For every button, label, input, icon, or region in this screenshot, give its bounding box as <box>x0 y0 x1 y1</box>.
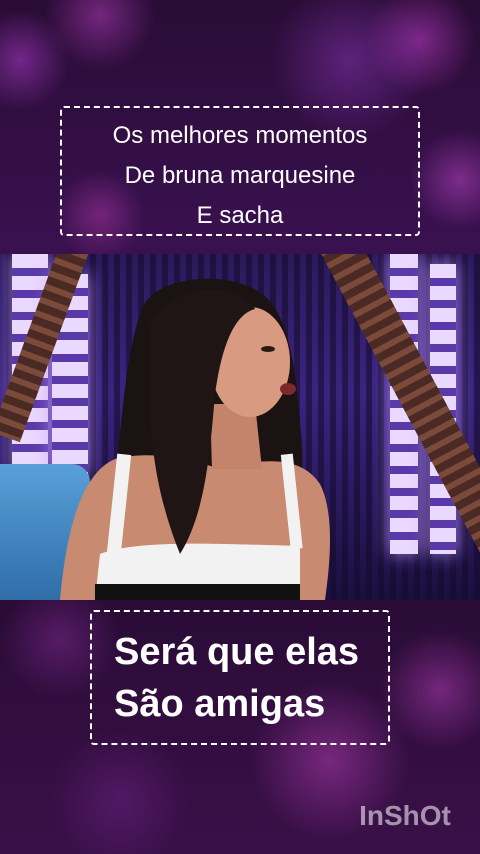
top-caption-box: Os melhores momentos De bruna marquesine… <box>60 106 420 236</box>
top-caption-line-3: E sacha <box>196 202 284 229</box>
woman-figure <box>60 278 330 600</box>
top-caption-line-1: Os melhores momentos <box>112 122 368 149</box>
bottom-caption-line-1: Será que elas <box>114 631 360 673</box>
bottom-caption-line-2: São amigas <box>114 683 326 725</box>
inshot-watermark: InShOt <box>359 800 451 831</box>
video-frame[interactable] <box>0 254 480 600</box>
top-caption-line-2: De bruna marquesine <box>124 162 356 189</box>
bottom-caption-box: Será que elas São amigas <box>90 610 390 745</box>
